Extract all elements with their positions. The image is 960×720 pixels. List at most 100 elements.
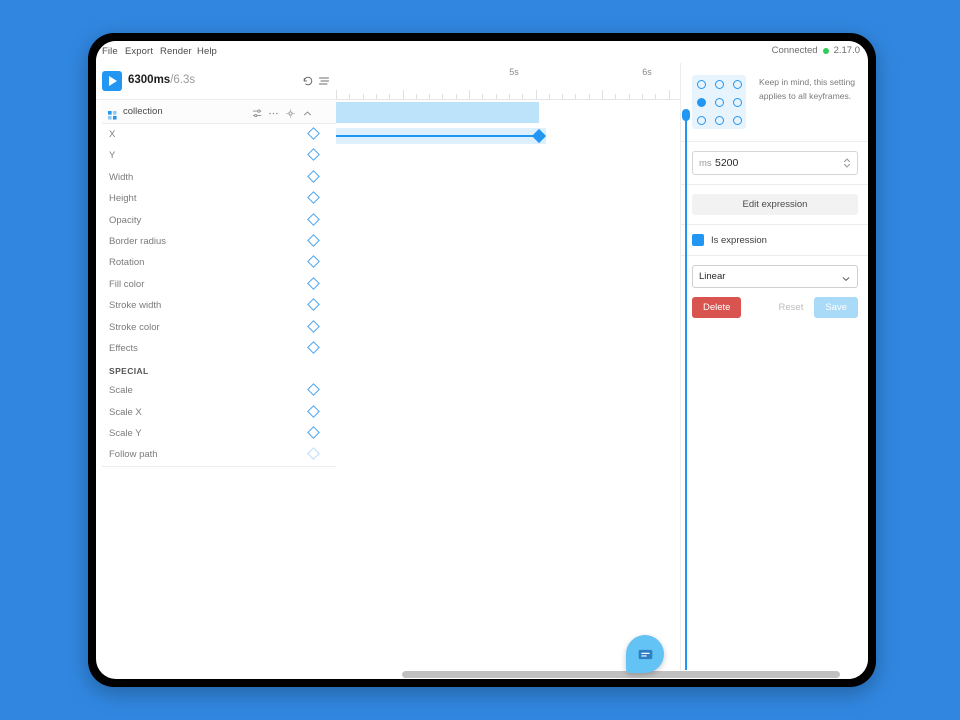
list-icon[interactable] bbox=[318, 74, 330, 92]
timeline-ruler[interactable]: 5s 6s bbox=[336, 63, 680, 100]
ruler-tick bbox=[389, 94, 391, 99]
anchor-dot-3[interactable] bbox=[696, 97, 706, 107]
property-row[interactable]: Stroke width bbox=[102, 295, 336, 316]
menu-item-export[interactable]: Export bbox=[125, 46, 153, 57]
ms-prefix-label: ms bbox=[699, 158, 712, 169]
anchor-dot-4[interactable] bbox=[714, 97, 724, 107]
special-section-label: SPECIAL bbox=[109, 366, 149, 377]
play-button[interactable] bbox=[102, 71, 122, 91]
menu-item-file[interactable]: File bbox=[102, 46, 118, 57]
add-keyframe-diamond-icon[interactable] bbox=[307, 148, 320, 162]
easing-select[interactable]: Linear bbox=[692, 265, 858, 288]
add-keyframe-diamond-icon[interactable] bbox=[307, 169, 320, 183]
chat-button[interactable] bbox=[626, 635, 664, 673]
anchor-dot-0[interactable] bbox=[696, 79, 706, 89]
horizontal-scrollbar[interactable] bbox=[336, 670, 868, 679]
ms-input[interactable]: ms 5200 bbox=[692, 151, 858, 175]
anchor-grid[interactable] bbox=[692, 75, 746, 129]
property-row[interactable]: Scale X bbox=[102, 402, 336, 423]
is-expression-row[interactable]: Is expression bbox=[681, 225, 868, 256]
easing-section: Linear bbox=[681, 256, 868, 288]
anchor-dot-2[interactable] bbox=[732, 79, 742, 89]
timeline-tracks[interactable] bbox=[336, 100, 680, 678]
scrollbar-thumb[interactable] bbox=[402, 671, 840, 678]
add-keyframe-diamond-icon[interactable] bbox=[307, 426, 320, 439]
property-label: Scale Y bbox=[109, 428, 142, 440]
property-row[interactable]: Scale bbox=[102, 380, 336, 401]
add-keyframe-diamond-icon[interactable] bbox=[307, 127, 320, 140]
ruler-tick bbox=[628, 94, 630, 99]
loop-icon[interactable] bbox=[302, 74, 314, 92]
x-track-band[interactable] bbox=[336, 128, 547, 144]
keyframe-diamond[interactable] bbox=[531, 128, 547, 144]
property-row[interactable]: Opacity bbox=[102, 210, 336, 231]
ruler-tick bbox=[375, 94, 377, 99]
property-row[interactable]: Effects bbox=[102, 338, 336, 359]
ruler-tick bbox=[469, 90, 470, 99]
add-keyframe-diamond-icon[interactable] bbox=[307, 404, 320, 418]
playhead[interactable] bbox=[682, 109, 690, 679]
gear-icon[interactable] bbox=[285, 106, 296, 124]
time-readout: 6300ms/6.3s bbox=[128, 74, 195, 86]
property-row[interactable]: Width bbox=[102, 167, 336, 188]
property-row[interactable]: Height bbox=[102, 188, 336, 209]
delete-button[interactable]: Delete bbox=[692, 297, 742, 318]
ruler-label: 5s bbox=[509, 67, 519, 77]
collection-icon bbox=[108, 107, 117, 120]
stepper-icon[interactable] bbox=[842, 156, 852, 170]
add-keyframe-diamond-icon[interactable] bbox=[307, 212, 320, 226]
property-row[interactable]: Rotation bbox=[102, 252, 336, 273]
is-expression-label: Is expression bbox=[711, 234, 767, 246]
connection-label: Connected bbox=[771, 45, 818, 56]
menu-item-render[interactable]: Render bbox=[160, 46, 192, 57]
property-row[interactable]: Stroke color bbox=[102, 317, 336, 338]
ms-section: ms 5200 bbox=[681, 142, 868, 185]
add-keyframe-diamond-icon[interactable] bbox=[307, 298, 320, 311]
add-keyframe-diamond-icon[interactable] bbox=[307, 341, 320, 354]
save-button[interactable]: Save bbox=[814, 297, 858, 318]
anchor-dot-8[interactable] bbox=[732, 115, 742, 125]
add-keyframe-diamond-icon[interactable] bbox=[307, 319, 320, 333]
anchor-dot-1[interactable] bbox=[714, 79, 724, 89]
ruler-tick bbox=[641, 94, 643, 99]
reset-button[interactable]: Reset bbox=[770, 297, 813, 318]
x-track-line bbox=[336, 135, 539, 137]
property-rows: X Y Width Height Opacity Border radius Rotatio… bbox=[102, 124, 336, 466]
property-row[interactable]: Follow path bbox=[102, 444, 336, 465]
ruler-tick bbox=[402, 90, 404, 99]
property-row[interactable]: Scale Y bbox=[102, 423, 336, 444]
playhead-knob[interactable] bbox=[682, 109, 690, 121]
edit-expression-button[interactable]: Edit expression bbox=[692, 194, 858, 215]
anchor-section: Keep in mind, this setting applies to al… bbox=[681, 63, 868, 142]
collection-row[interactable]: collection bbox=[102, 100, 336, 124]
filter-icon[interactable] bbox=[252, 106, 263, 124]
menubar: File Export Render Help Connected 2.17.0 bbox=[96, 41, 868, 64]
property-row[interactable]: Border radius bbox=[102, 231, 336, 252]
add-keyframe-diamond-icon[interactable] bbox=[307, 255, 320, 269]
more-icon[interactable] bbox=[268, 106, 279, 124]
ruler-tick bbox=[562, 94, 564, 99]
add-keyframe-diamond-icon[interactable] bbox=[307, 191, 320, 205]
add-keyframe-diamond-icon[interactable] bbox=[307, 276, 320, 290]
property-label: Border radius bbox=[109, 235, 167, 247]
ruler-tick bbox=[535, 90, 537, 99]
ruler-tick bbox=[429, 94, 431, 99]
menu-item-help[interactable]: Help bbox=[197, 46, 217, 57]
property-row[interactable]: Y bbox=[102, 145, 336, 166]
ruler-tick bbox=[615, 94, 617, 99]
is-expression-checkbox[interactable] bbox=[692, 234, 704, 246]
property-row[interactable]: Fill color bbox=[102, 274, 336, 295]
collection-track-band[interactable] bbox=[336, 102, 539, 123]
anchor-dot-5[interactable] bbox=[732, 97, 742, 107]
chevron-up-icon[interactable] bbox=[302, 106, 313, 124]
anchor-dot-7[interactable] bbox=[714, 115, 724, 125]
inspector-panel: Keep in mind, this setting applies to al… bbox=[680, 63, 868, 679]
add-keyframe-diamond-icon[interactable] bbox=[307, 447, 320, 461]
ruler-tick bbox=[548, 94, 550, 99]
anchor-dot-6[interactable] bbox=[696, 115, 706, 125]
add-keyframe-diamond-icon[interactable] bbox=[307, 383, 320, 397]
device-frame: File Export Render Help Connected 2.17.0… bbox=[88, 33, 876, 687]
add-keyframe-diamond-icon[interactable] bbox=[307, 234, 320, 247]
ruler-tick bbox=[522, 94, 524, 99]
property-row[interactable]: X bbox=[102, 124, 336, 145]
